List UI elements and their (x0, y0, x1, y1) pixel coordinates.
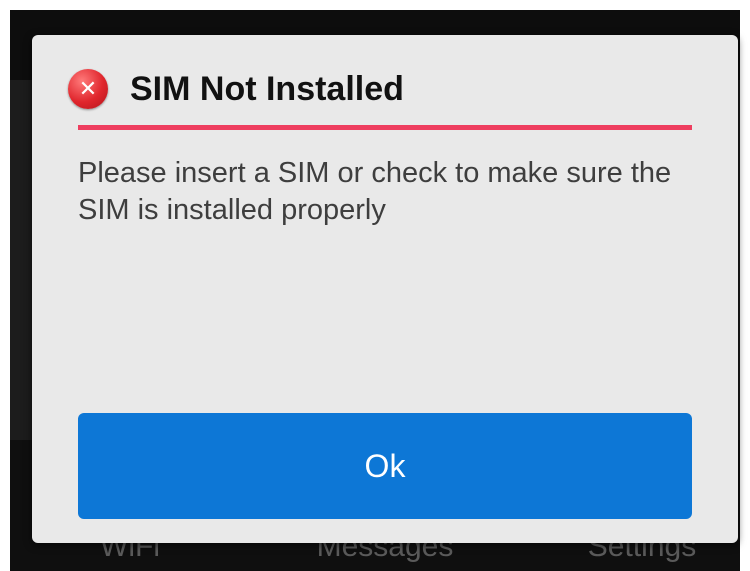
dialog-title: SIM Not Installed (130, 70, 404, 108)
title-divider (78, 125, 692, 130)
alert-dialog: ✕ SIM Not Installed Please insert a SIM … (32, 35, 738, 543)
ok-button[interactable]: Ok (78, 413, 692, 519)
dialog-header: ✕ SIM Not Installed (68, 69, 404, 109)
error-x-icon: ✕ (68, 69, 108, 109)
dialog-message: Please insert a SIM or check to make sur… (78, 157, 672, 226)
